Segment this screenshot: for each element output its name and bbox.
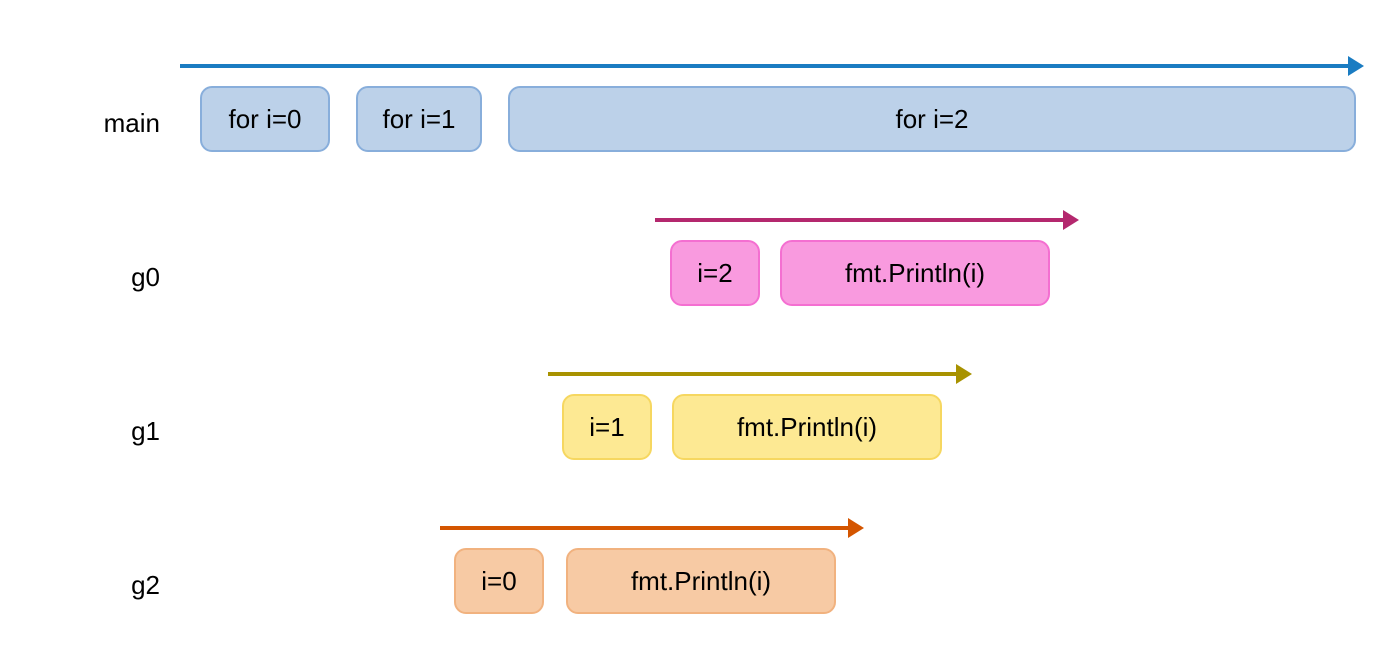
g0-assign-box: i=2 [670,240,760,306]
g2-assign-text: i=0 [481,566,516,597]
g0-call-text: fmt.Println(i) [845,258,985,289]
main-for2-text: for i=2 [896,104,969,135]
g1-timeline-arrow [548,372,968,376]
g2-call-text: fmt.Println(i) [631,566,771,597]
lane-label-g0: g0 [0,262,160,293]
g2-assign-box: i=0 [454,548,544,614]
g0-timeline-arrow [655,218,1075,222]
g0-assign-text: i=2 [697,258,732,289]
g2-call-box: fmt.Println(i) [566,548,836,614]
lane-label-g1: g1 [0,416,160,447]
g2-timeline-arrow [440,526,860,530]
g1-call-text: fmt.Println(i) [737,412,877,443]
g1-assign-box: i=1 [562,394,652,460]
g0-call-box: fmt.Println(i) [780,240,1050,306]
main-for2-box: for i=2 [508,86,1356,152]
main-for1-box: for i=1 [356,86,482,152]
g1-call-box: fmt.Println(i) [672,394,942,460]
g1-assign-text: i=1 [589,412,624,443]
main-for1-text: for i=1 [383,104,456,135]
lane-label-g2: g2 [0,570,160,601]
main-for0-box: for i=0 [200,86,330,152]
main-for0-text: for i=0 [229,104,302,135]
main-timeline-arrow [180,64,1360,68]
lane-label-main: main [0,108,160,139]
